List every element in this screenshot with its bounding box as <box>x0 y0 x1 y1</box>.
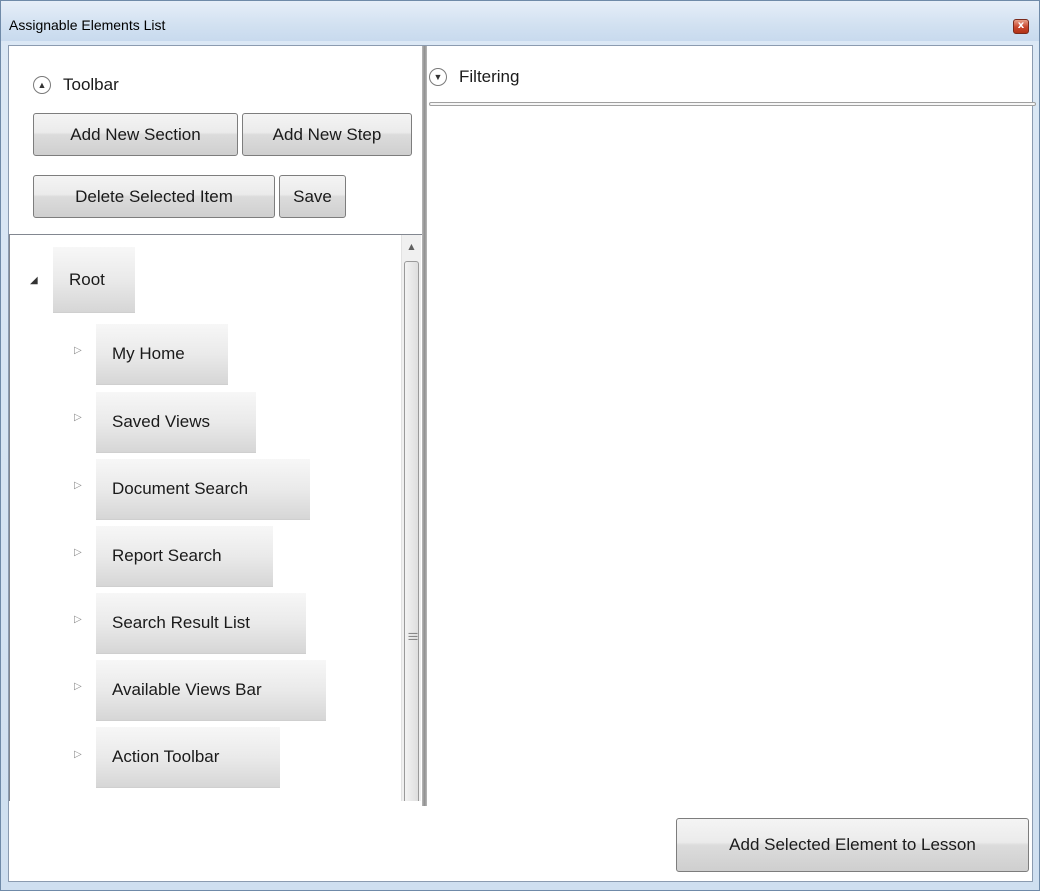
tree-node-my-home[interactable]: My Home <box>96 324 228 385</box>
grip-icon: — — — <box>408 628 418 645</box>
tree-node-action-toolbar[interactable]: Action Toolbar <box>96 727 280 788</box>
tree-node-available-views-bar[interactable]: Available Views Bar <box>96 660 326 721</box>
toolbar-expander-label: Toolbar <box>63 75 119 94</box>
close-button[interactable]: x <box>1013 19 1029 34</box>
add-selected-element-to-lesson-button[interactable]: Add Selected Element to Lesson <box>676 818 1029 872</box>
chevron-down-icon[interactable]: ▼ <box>429 68 447 86</box>
tree-node-saved-views[interactable]: Saved Views <box>96 392 256 453</box>
assignable-elements-window: Assignable Elements List x ▲ Toolbar Add… <box>0 0 1040 891</box>
tree-node-report-search[interactable]: Report Search <box>96 526 273 587</box>
tree-node-search-result-list[interactable]: Search Result List <box>96 593 306 654</box>
tree-vertical-scrollbar[interactable]: ▲ — — — <box>401 235 421 801</box>
tree-node-document-search[interactable]: Document Search <box>96 459 310 520</box>
tree-node-label: Search Result List <box>112 613 250 632</box>
tree-node-label: Action Toolbar <box>112 747 220 766</box>
save-button[interactable]: Save <box>279 175 346 218</box>
add-new-step-button[interactable]: Add New Step <box>242 113 412 156</box>
expanded-triangle-icon[interactable]: ◢ <box>30 275 38 286</box>
filtering-expander[interactable]: ▼ Filtering <box>429 67 519 87</box>
delete-selected-item-button[interactable]: Delete Selected Item <box>33 175 275 218</box>
filtering-collapsed-content <box>429 102 1036 106</box>
collapsed-triangle-icon[interactable]: ▷ <box>74 749 82 760</box>
collapsed-triangle-icon[interactable]: ▷ <box>74 681 82 692</box>
tree-node-label: Report Search <box>112 546 222 565</box>
tree-node-root[interactable]: Root <box>53 247 135 313</box>
collapsed-triangle-icon[interactable]: ▷ <box>74 480 82 491</box>
tree-node-label: Document Search <box>112 479 249 498</box>
collapsed-triangle-icon[interactable]: ▷ <box>74 345 82 356</box>
tree-node-label: Saved Views <box>112 412 210 431</box>
tree-node-label: My Home <box>112 344 185 363</box>
tree-node-label: Root <box>69 269 105 289</box>
chevron-up-icon[interactable]: ▲ <box>33 76 51 94</box>
collapsed-triangle-icon[interactable]: ▷ <box>74 412 82 423</box>
window-content: ▲ Toolbar Add New Section Add New Step D… <box>8 45 1036 882</box>
collapsed-triangle-icon[interactable]: ▷ <box>74 547 82 558</box>
add-new-section-button[interactable]: Add New Section <box>33 113 238 156</box>
elements-tree[interactable]: ◢ Root ▷ My Home ▷ Saved Views ▷ Documen… <box>9 234 422 801</box>
filtering-pane: ▼ Filtering Add Selected Element to Less… <box>427 46 1036 881</box>
close-icon: x <box>1017 20 1025 31</box>
scroll-thumb[interactable]: — — — <box>404 261 419 801</box>
collapsed-triangle-icon[interactable]: ▷ <box>74 614 82 625</box>
toolbar-expander[interactable]: ▲ Toolbar <box>33 75 119 95</box>
window-title: Assignable Elements List <box>9 17 166 33</box>
filtering-expander-label: Filtering <box>459 67 520 86</box>
tree-node-label: Available Views Bar <box>112 680 262 699</box>
scroll-up-arrow-icon[interactable]: ▲ <box>402 239 421 255</box>
title-bar[interactable]: Assignable Elements List x <box>1 1 1039 41</box>
elements-tree-pane: ▲ Toolbar Add New Section Add New Step D… <box>9 46 422 801</box>
